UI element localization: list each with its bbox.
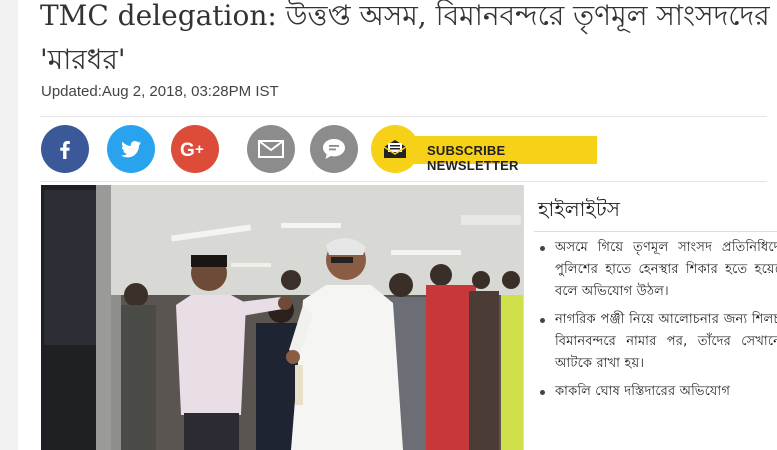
highlights-divider <box>534 231 777 232</box>
article-photo <box>41 185 523 450</box>
highlights-list: অসমে গিয়ে তৃণমূল সাংসদ প্রতিনিধিদের পুল… <box>538 237 777 409</box>
comment-button[interactable] <box>310 125 358 173</box>
newsletter-label: SUBSCRIBE NEWSLETTER <box>427 143 519 173</box>
highlights-title: হাইলাইটস <box>538 197 620 221</box>
facebook-icon <box>60 141 70 159</box>
twitter-icon <box>121 141 141 158</box>
google-plus-share-button[interactable]: G + <box>171 125 219 173</box>
email-share-button[interactable] <box>247 125 295 173</box>
comment-icon <box>323 139 345 159</box>
divider-bottom <box>40 181 767 182</box>
photo-illustration <box>41 185 523 450</box>
newsletter-icon-badge <box>371 125 419 173</box>
highlights-panel: হাইলাইটস অসমে গিয়ে তৃণমূল সাংসদ প্রতিনি… <box>523 185 777 450</box>
google-plus-icon: G + <box>180 140 204 160</box>
share-bar: G + SUBSCRIBE NEWSLETTER <box>40 122 770 178</box>
highlight-item: কাকলি ঘোষ দস্তিদারের অভিযোগ <box>538 381 777 403</box>
article-headline: TMC delegation: উত্তপ্ত অসম, বিমানবন্দরে… <box>40 0 770 76</box>
updated-timestamp: Updated:Aug 2, 2018, 03:28PM IST <box>41 83 279 100</box>
twitter-share-button[interactable] <box>107 125 155 173</box>
facebook-share-button[interactable] <box>41 125 89 173</box>
highlight-item: অসমে গিয়ে তৃণমূল সাংসদ প্রতিনিধিদের পুল… <box>538 237 777 303</box>
svg-text:G: G <box>180 140 195 160</box>
svg-text:+: + <box>195 141 204 158</box>
mail-icon <box>258 140 284 158</box>
newsletter-icon <box>383 140 407 158</box>
subscribe-newsletter-button[interactable]: SUBSCRIBE NEWSLETTER <box>371 125 597 173</box>
highlight-item: নাগরিক পঞ্জী নিয়ে আলোচনার জন্য শিলচর বি… <box>538 309 777 375</box>
left-margin <box>0 0 18 450</box>
divider-top <box>40 116 767 117</box>
